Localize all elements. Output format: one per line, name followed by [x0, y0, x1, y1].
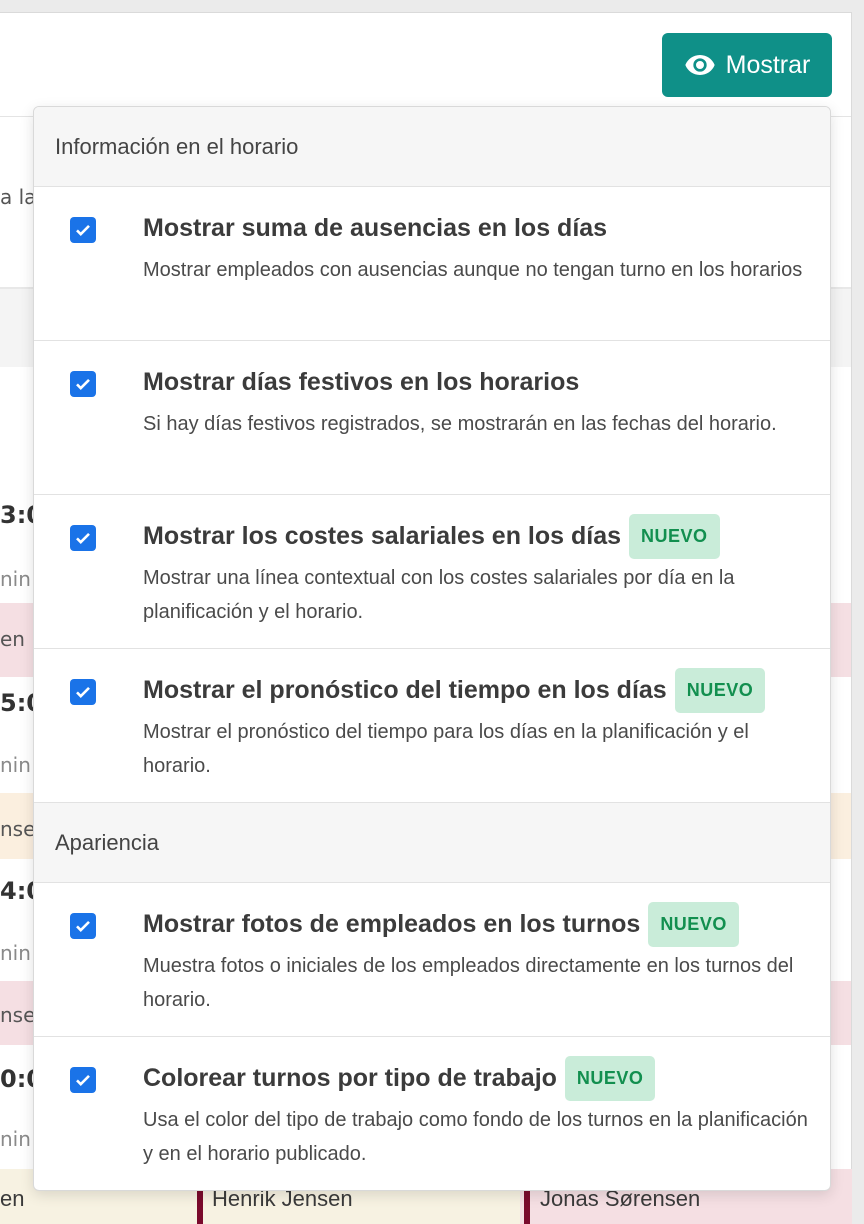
option-description: Mostrar una línea contextual con los cos…: [143, 567, 735, 623]
background-snippet: nin.: [0, 753, 36, 777]
background-snippet: 5:00: [0, 689, 36, 717]
new-badge: NUEVO: [564, 1055, 656, 1101]
shift-color-bar: [524, 1186, 530, 1224]
option-checkbox[interactable]: [70, 679, 96, 705]
option-description: Mostrar empleados con ausencias aunque n…: [143, 259, 803, 281]
option-description: Usa el color del tipo de trabajo como fo…: [143, 1109, 808, 1165]
section-header: Apariencia: [34, 803, 830, 883]
background-snippet: 4:00: [0, 877, 36, 905]
new-badge: NUEVO: [648, 901, 739, 947]
display-options-dropdown: Información en el horario Mostrar suma d…: [33, 106, 831, 1191]
background-snippet: nse: [0, 817, 36, 841]
option-title: Mostrar suma de ausencias en los días: [143, 213, 608, 242]
option-checkbox[interactable]: [70, 525, 96, 551]
check-icon: [76, 686, 90, 698]
option-weather[interactable]: Mostrar el pronóstico del tiempo en los …: [34, 649, 830, 803]
background-snippet: a la: [0, 185, 36, 209]
check-icon: [76, 1074, 90, 1086]
option-description: Mostrar el pronóstico del tiempo para lo…: [143, 721, 749, 777]
background-snippet: en: [0, 627, 25, 651]
eye-icon: [684, 55, 715, 75]
option-title: Mostrar fotos de empleados en los turnos: [143, 909, 641, 938]
show-button-label: Mostrar: [725, 50, 811, 79]
option-checkbox[interactable]: [70, 371, 96, 397]
background-snippet: nin.: [0, 941, 36, 965]
check-icon: [76, 920, 90, 932]
new-badge: NUEVO: [629, 513, 720, 559]
option-absences[interactable]: Mostrar suma de ausencias en los días Mo…: [34, 187, 830, 341]
option-salary-costs[interactable]: Mostrar los costes salariales en los día…: [34, 495, 830, 649]
option-description: Si hay días festivos registrados, se mos…: [143, 413, 777, 435]
option-checkbox[interactable]: [70, 217, 96, 243]
new-badge: NUEVO: [674, 667, 766, 713]
shift-color-bar: [197, 1186, 203, 1224]
background-snippet: 3:00: [0, 501, 36, 529]
check-icon: [76, 224, 90, 236]
option-checkbox[interactable]: [70, 1067, 96, 1093]
option-description: Muestra fotos o iniciales de los emplead…: [143, 955, 794, 1011]
check-icon: [76, 532, 90, 544]
background-snippet: 0:00: [0, 1065, 36, 1093]
option-color-by-job-type[interactable]: Colorear turnos por tipo de trabajo NUEVO…: [34, 1037, 830, 1190]
check-icon: [76, 378, 90, 390]
option-title: Mostrar días festivos en los horarios: [143, 367, 580, 396]
background-snippet: nse: [0, 1003, 36, 1027]
show-button[interactable]: Mostrar: [662, 33, 832, 97]
background-snippet: nin.: [0, 1127, 36, 1151]
option-title: Colorear turnos por tipo de trabajo: [143, 1063, 557, 1092]
employee-name: en: [0, 1186, 25, 1211]
option-title: Mostrar el pronóstico del tiempo en los …: [143, 675, 667, 704]
option-holidays[interactable]: Mostrar días festivos en los horarios Si…: [34, 341, 830, 495]
section-header: Información en el horario: [34, 107, 830, 187]
option-title: Mostrar los costes salariales en los día…: [143, 521, 622, 550]
background-snippet: nin.: [0, 567, 36, 591]
option-employee-photos[interactable]: Mostrar fotos de empleados en los turnos…: [34, 883, 830, 1037]
option-checkbox[interactable]: [70, 913, 96, 939]
